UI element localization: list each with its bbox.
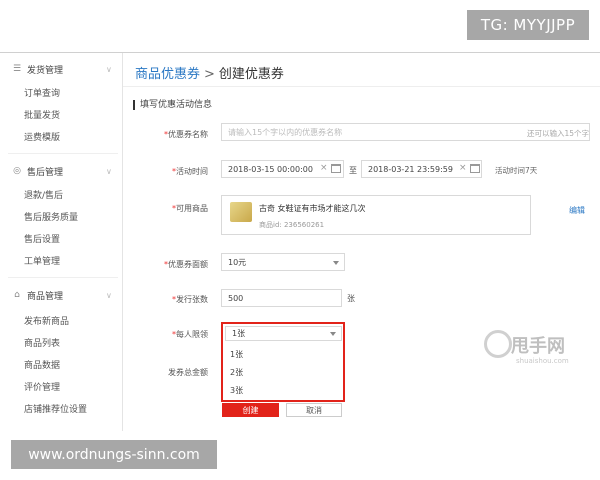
issue-count-label: *发行张数 (172, 295, 208, 304)
cancel-button[interactable]: 取消 (286, 403, 342, 417)
header-divider (123, 86, 600, 87)
issue-count-unit: 张 (347, 294, 355, 303)
app-window: ☰ 发货管理 ∨ 订单查询 批量发货 运费模版 ◎ 售后管理 ∨ 退款/售后 售… (0, 52, 600, 431)
sidebar-item-ticket-management[interactable]: 工单管理 (24, 255, 60, 269)
breadcrumb: 商品优惠券 > 创建优惠券 (135, 63, 284, 82)
chevron-down-icon (333, 261, 339, 265)
clear-start-icon[interactable]: × (320, 163, 328, 173)
sidebar-item-aftersale-settings[interactable]: 售后设置 (24, 233, 60, 247)
activity-time-label: *活动时间 (172, 167, 208, 176)
chevron-down-icon: ∨ (106, 64, 112, 74)
product-label: *可用商品 (172, 204, 208, 213)
shield-icon: ◎ (13, 166, 21, 176)
product-title: 古奇 女鞋证有市场才能这几次 (259, 204, 366, 213)
chevron-down-icon: ∨ (106, 290, 112, 300)
breadcrumb-separator: > (204, 67, 215, 82)
total-amount-label: 发券总金额 (168, 368, 208, 377)
chevron-down-icon (330, 332, 336, 336)
activity-duration-note: 活动时间7天 (495, 166, 538, 175)
face-value-selected: 10元 (228, 257, 247, 267)
product-edit-link[interactable]: 编辑 (569, 205, 585, 216)
sidebar-item-freight-template[interactable]: 运费模版 (24, 131, 60, 145)
dropdown-option[interactable]: 3张 (230, 385, 243, 396)
list-icon: ☰ (12, 64, 22, 74)
sidebar-item-batch-ship[interactable]: 批量发货 (24, 109, 60, 123)
start-time-value: 2018-03-15 00:00:00 (228, 164, 313, 174)
time-range-separator: 至 (349, 166, 357, 175)
sidebar-item-shop-recommend[interactable]: 店铺推荐位设置 (24, 403, 87, 417)
sidebar-item-service-quality[interactable]: 售后服务质量 (24, 211, 78, 225)
sidebar-group-label: 售后管理 (27, 167, 64, 178)
sidebar: ☰ 发货管理 ∨ 订单查询 批量发货 运费模版 ◎ 售后管理 ∨ 退款/售后 售… (0, 53, 123, 431)
create-button[interactable]: 创建 (222, 403, 279, 417)
end-time-value: 2018-03-21 23:59:59 (368, 164, 453, 174)
sidebar-group-label: 发货管理 (27, 65, 64, 76)
breadcrumb-current: 创建优惠券 (218, 67, 284, 82)
per-user-limit-select[interactable]: 1张 (225, 326, 342, 341)
site-watermark-logo-icon (484, 330, 512, 358)
sidebar-item-product-list[interactable]: 商品列表 (24, 337, 60, 351)
issue-count-value: 500 (228, 293, 244, 303)
sidebar-item-new-product[interactable]: 发布新商品 (24, 315, 69, 329)
calendar-icon[interactable] (470, 164, 480, 173)
sidebar-group-label: 商品管理 (27, 291, 64, 302)
product-thumbnail (230, 202, 252, 222)
site-watermark-sub: shuaishou.com (516, 357, 569, 365)
per-user-limit-selected: 1张 (232, 329, 246, 338)
sidebar-item-order-query[interactable]: 订单查询 (24, 87, 60, 101)
coupon-name-placeholder: 请输入15个字以内的优惠券名称 (228, 127, 343, 137)
section-title: 填写优惠活动信息 (133, 100, 212, 110)
sidebar-group-aftersale[interactable]: ◎ 售后管理 ∨ (12, 163, 112, 179)
calendar-icon[interactable] (331, 164, 341, 173)
per-user-limit-label: *每人限领 (172, 330, 208, 339)
product-id: 商品id: 236560261 (259, 221, 325, 229)
breadcrumb-parent-link[interactable]: 商品优惠券 (135, 67, 200, 82)
face-value-label: *优惠券面额 (164, 260, 208, 269)
dropdown-option[interactable]: 2张 (230, 367, 243, 378)
sidebar-item-refund[interactable]: 退款/售后 (24, 189, 63, 203)
clear-end-icon[interactable]: × (459, 163, 467, 173)
sidebar-divider (8, 153, 118, 154)
chevron-down-icon: ∨ (106, 166, 112, 176)
sidebar-item-review-management[interactable]: 评价管理 (24, 381, 60, 395)
issue-count-input[interactable]: 500 (221, 289, 342, 307)
sidebar-item-product-data[interactable]: 商品数据 (24, 359, 60, 373)
top-watermark-label: TG: MYYJJPP (467, 10, 589, 40)
dropdown-option[interactable]: 1张 (230, 349, 243, 360)
bottom-watermark-label: www.ordnungs-sinn.com (11, 440, 217, 469)
coupon-name-label: *优惠券名称 (164, 130, 208, 139)
sidebar-divider (8, 277, 118, 278)
coupon-name-counter: 还可以输入15个字 (527, 129, 590, 138)
bag-icon: ⌂ (14, 290, 20, 300)
face-value-select[interactable]: 10元 (221, 253, 345, 271)
sidebar-group-shipping[interactable]: ☰ 发货管理 ∨ (12, 61, 112, 77)
sidebar-group-products[interactable]: ⌂ 商品管理 ∨ (12, 287, 112, 303)
site-watermark-text: 甩手网 (511, 336, 565, 357)
